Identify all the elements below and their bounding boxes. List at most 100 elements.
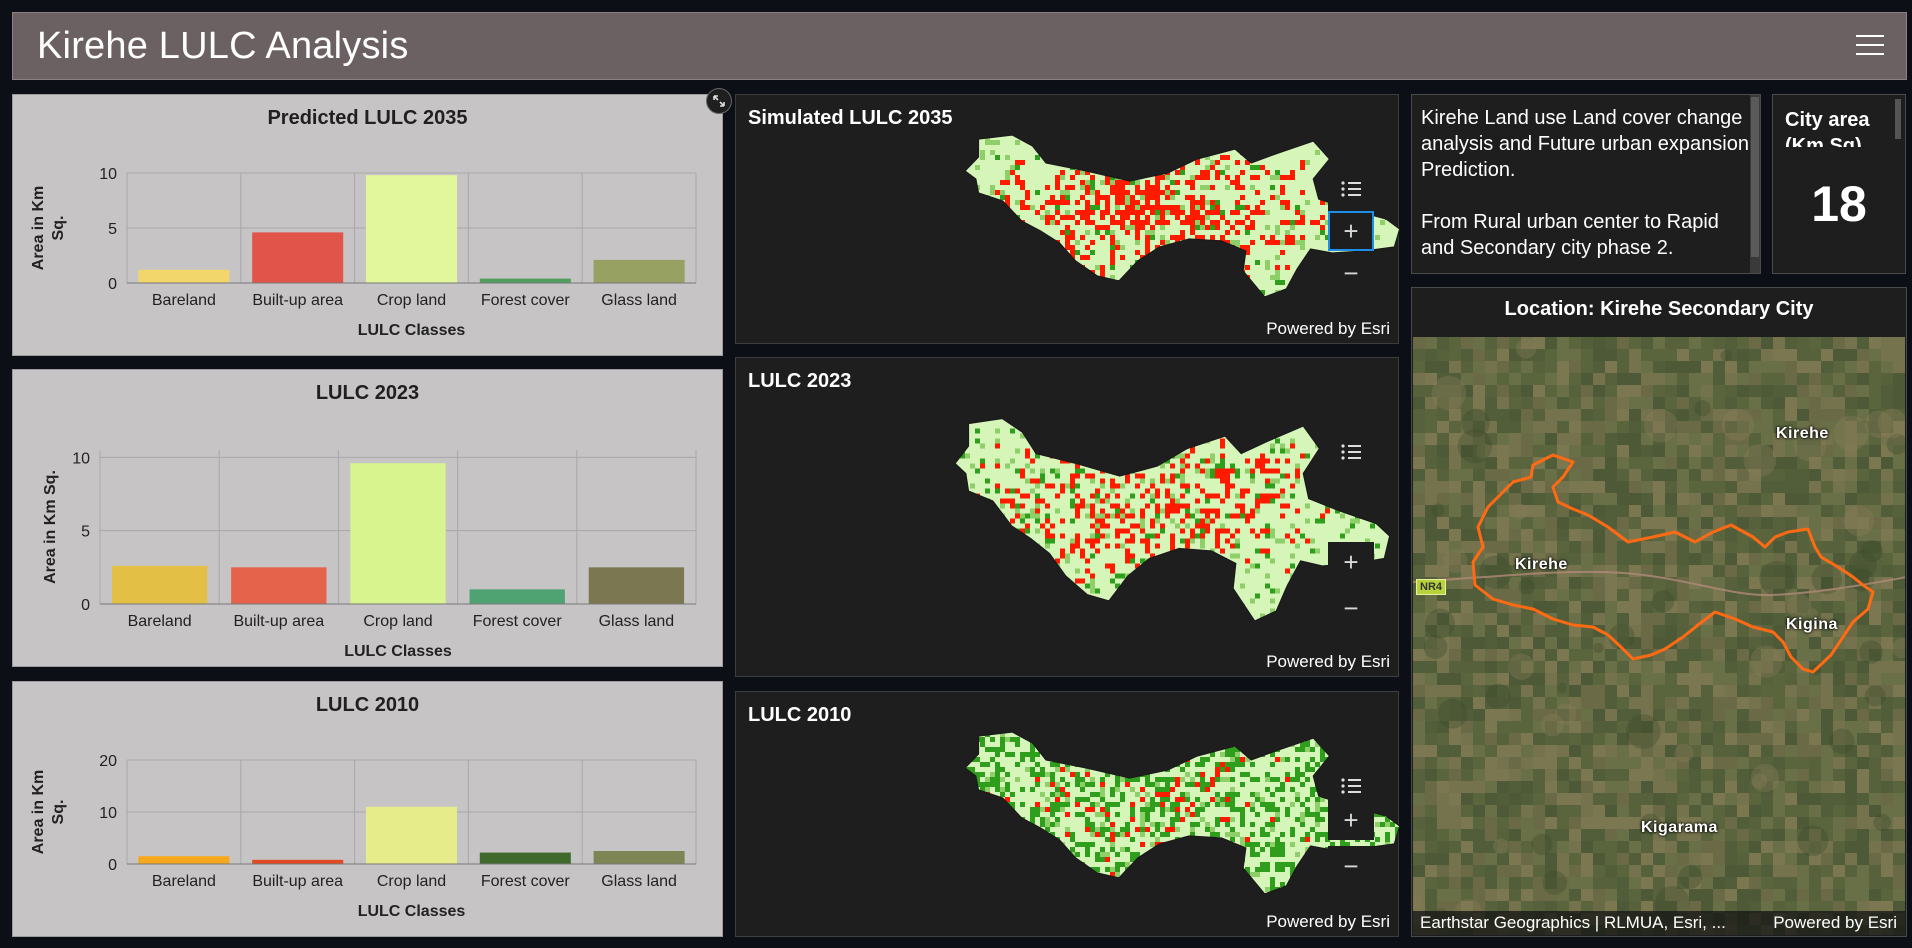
bar[interactable]: [231, 567, 327, 604]
bar[interactable]: [365, 175, 458, 283]
x-tick-label: Crop land: [377, 292, 446, 309]
bar[interactable]: [350, 463, 446, 604]
y-tick-label: 10: [99, 166, 117, 183]
bar[interactable]: [479, 852, 571, 864]
description-panel[interactable]: Kirehe Land use Land cover change analys…: [1411, 94, 1761, 274]
y-axis-label: Sq.: [50, 216, 67, 241]
chart-title: LULC 2010: [315, 694, 420, 716]
lulc-raster: [955, 418, 1390, 621]
map-panel-2010[interactable]: LULC 2010 + − Powered by Esri: [735, 691, 1400, 938]
scrollbar-thumb[interactable]: [1751, 97, 1759, 257]
satellite-imagery[interactable]: [1413, 337, 1905, 935]
x-tick-label: Crop land: [377, 873, 446, 890]
chart-panel-2010: LULC 2010 0 10 20 Bareland Built-up area Crop…: [12, 681, 723, 937]
attribution-text: Earthstar Geographics | RLMUA, Esri, ...: [1420, 913, 1726, 932]
powered-by-esri[interactable]: Powered by Esri: [1266, 912, 1390, 932]
zoom-out-button[interactable]: −: [1328, 588, 1374, 628]
place-label-kigarama: Kigarama: [1641, 819, 1718, 836]
lulc-raster-map[interactable]: [736, 95, 1400, 345]
scrollbar[interactable]: [1750, 95, 1760, 273]
map-attribution[interactable]: Earthstar Geographics | RLMUA, Esri, ...…: [1413, 911, 1905, 935]
powered-by-esri[interactable]: Powered by Esri: [1266, 652, 1390, 672]
description-line-1: Kirehe Land use Land cover change analys…: [1421, 107, 1749, 181]
x-tick-label: Bareland: [152, 292, 216, 309]
x-tick-label: Forest cover: [473, 613, 563, 630]
expand-icon[interactable]: [706, 88, 732, 114]
powered-by-esri[interactable]: Powered by Esri: [1773, 911, 1897, 935]
chart-title: Predicted LULC 2035: [267, 107, 468, 129]
place-label-kirehe: Kirehe: [1515, 556, 1568, 573]
y-tick-label: 10: [99, 805, 117, 822]
zoom-in-button[interactable]: +: [1328, 800, 1374, 840]
lulc-raster-map[interactable]: [736, 692, 1400, 938]
chart-title: LULC 2023: [315, 382, 420, 404]
y-tick-label: 5: [81, 524, 90, 541]
page-title: Kirehe LULC Analysis: [37, 24, 409, 67]
y-axis-label: Area in Km Sq.: [42, 470, 59, 584]
bar[interactable]: [252, 232, 344, 283]
bar[interactable]: [138, 269, 230, 283]
location-map-panel[interactable]: Location: Kirehe Secondary City Kirehe K…: [1411, 287, 1907, 937]
legend-list-icon[interactable]: [1328, 430, 1374, 474]
location-title: Location: Kirehe Secondary City: [1504, 298, 1814, 320]
satellite-map[interactable]: Kirehe Kirehe Kigina Kigarama NR4: [1413, 337, 1905, 935]
x-tick-label: Built-up area: [233, 613, 324, 630]
bar[interactable]: [252, 859, 344, 864]
y-tick-label: 0: [108, 276, 117, 293]
hamburger-icon[interactable]: [1856, 35, 1884, 59]
description-line-2: From Rural urban center to Rapid and Sec…: [1421, 211, 1719, 259]
x-tick-label: Glass land: [601, 873, 677, 890]
y-tick-label: 5: [108, 221, 117, 238]
x-tick-label: Glass land: [601, 292, 677, 309]
road-badge: NR4: [1416, 579, 1447, 595]
description-text: Kirehe Land use Land cover change analys…: [1421, 105, 1751, 261]
x-tick-label: Bareland: [152, 873, 216, 890]
map-panel-simulated-2035[interactable]: Simulated LULC 2035 + − Powered by Esri: [735, 94, 1400, 345]
bar[interactable]: [479, 278, 571, 283]
bar[interactable]: [593, 259, 685, 283]
bar[interactable]: [111, 565, 208, 604]
x-tick-label: Crop land: [363, 613, 432, 630]
bar[interactable]: [593, 851, 685, 864]
y-tick-label: 10: [72, 450, 90, 467]
x-tick-label: Built-up area: [252, 292, 343, 309]
powered-by-esri[interactable]: Powered by Esri: [1266, 319, 1390, 339]
bar[interactable]: [469, 589, 565, 604]
zoom-out-button[interactable]: −: [1328, 846, 1374, 886]
x-axis-label: LULC Classes: [358, 903, 466, 920]
lulc-raster-map[interactable]: [736, 358, 1400, 678]
zoom-out-button[interactable]: −: [1328, 253, 1374, 293]
zoom-in-button[interactable]: +: [1328, 211, 1374, 251]
app-header: Kirehe LULC Analysis: [12, 12, 1907, 80]
place-label-kirehe-ne: Kirehe: [1776, 425, 1829, 442]
x-axis-label: LULC Classes: [344, 643, 452, 660]
bar-chart-2010: 0 10 20 Bareland Built-up area Crop land Fores…: [30, 753, 697, 920]
bar[interactable]: [588, 567, 685, 604]
y-tick-label: 0: [81, 597, 90, 614]
y-tick-label: 0: [108, 857, 117, 874]
y-axis-label: Area in Km: [30, 770, 47, 854]
zoom-in-button[interactable]: +: [1328, 542, 1374, 582]
x-axis-label: LULC Classes: [358, 322, 466, 339]
y-tick-label: 20: [99, 753, 117, 770]
x-tick-label: Forest cover: [481, 292, 571, 309]
kpi-value: 18: [1811, 176, 1867, 232]
bar[interactable]: [138, 856, 230, 864]
y-axis-label: Area in Km: [30, 186, 47, 270]
kpi-city-area: City area (Km Sq) 18: [1772, 94, 1906, 274]
bar-chart-2023: 0 5 10 Bareland Built-up area Crop land Forest…: [42, 450, 697, 660]
bar[interactable]: [365, 806, 458, 864]
chart-panel-predicted-2035: Predicted LULC 2035 0 5 10 Bareland Built-up…: [12, 94, 723, 356]
place-label-kigina: Kigina: [1786, 616, 1838, 633]
map-panel-2023[interactable]: LULC 2023 + − Powered by Esri: [735, 357, 1399, 677]
chart-panel-2023: LULC 2023 0 5 10 Bareland Built-up area Crop …: [12, 369, 723, 667]
x-tick-label: Forest cover: [481, 873, 571, 890]
bar-chart-2035: 0 5 10 Bareland Built-up area Crop land Forest…: [30, 166, 697, 339]
x-tick-label: Glass land: [599, 613, 675, 630]
scrollbar[interactable]: [1895, 99, 1901, 139]
y-axis-label: Sq.: [50, 800, 67, 825]
kpi-title: City area (Km Sq): [1785, 109, 1870, 147]
x-tick-label: Built-up area: [252, 873, 343, 890]
legend-list-icon[interactable]: [1328, 167, 1374, 211]
x-tick-label: Bareland: [128, 613, 192, 630]
